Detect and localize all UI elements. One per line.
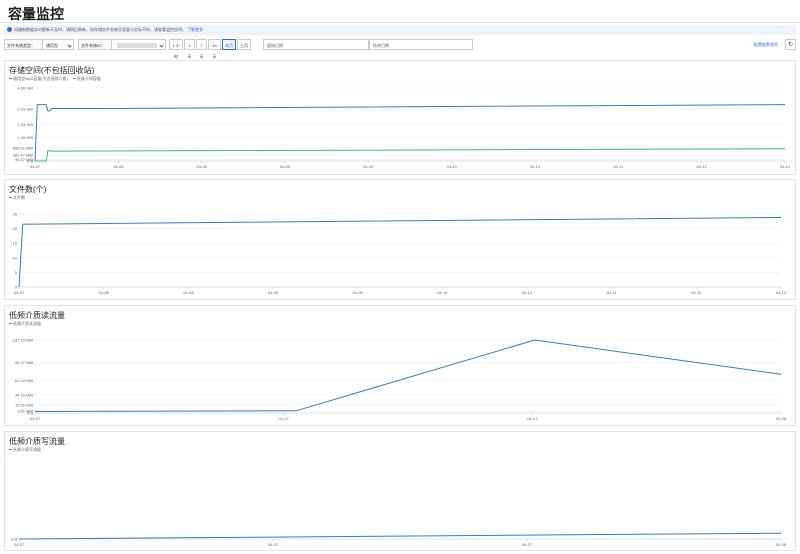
panel-file-count: 文件数(个) 文件数 25 20 15 10 5 0 04-07 04-08 04-08 04-0… xyxy=(4,179,796,300)
y-tick-label: 95.37 MiB xyxy=(15,360,33,365)
x-tick-label: 04-08 xyxy=(197,164,208,169)
panel-read-traffic: 低频介质读流量 低频介质读流量 137.33 MiB 95.37 MiB 61.04… xyxy=(4,305,796,426)
y-tick-label: 2.33 GiB xyxy=(17,122,33,127)
x-tick-label: 04-11 xyxy=(613,164,624,169)
y-tick-label: 0 xyxy=(15,285,18,290)
range-button-5[interactable]: 上月 xyxy=(237,39,251,50)
notice-bar: 如遇新数据实时更新不及时，请稍后刷新，如存储文件系统总容量与实际不符，请查看监控… xyxy=(4,25,796,35)
end-date-input[interactable]: 结束日期 xyxy=(369,39,473,50)
x-tick-label: 04-09 xyxy=(268,290,279,295)
x-tick-label: 04-08 xyxy=(776,416,787,421)
x-tick-label: 04-10 xyxy=(522,290,533,295)
chevron-down-icon xyxy=(159,43,164,48)
y-tick-label: 4.66 GiB xyxy=(17,86,33,91)
x-tick-label: 04-08 xyxy=(776,542,787,547)
x-tick-label: 04-10 xyxy=(447,164,458,169)
y-tick-label: 1.49 GiB xyxy=(17,135,33,140)
y-tick-label: 137.33 MiB xyxy=(13,338,34,343)
x-tick-label: 04-08 xyxy=(99,290,110,295)
x-tick-label: 04-10 xyxy=(530,164,541,169)
y-tick-label: 34.33 MiB xyxy=(15,392,33,397)
x-tick-label: 04-07 xyxy=(527,416,538,421)
y-tick-label: 10 xyxy=(13,255,18,260)
range-button-4[interactable]: 本月 xyxy=(222,39,236,50)
panel-storage: 存储空间(不包括回收站) 通用型NAS容量(不含低频介质) 低频介质容量 4.66… xyxy=(4,60,796,175)
chart-svg: 4.66 GiB 3.33 GiB 2.33 GiB 1.49 GiB 858.31 M… xyxy=(13,86,791,170)
y-tick-label: 5 xyxy=(15,270,18,275)
x-tick-label: 04-09 xyxy=(363,164,374,169)
x-tick-label: 04-09 xyxy=(353,290,364,295)
y-tick-label: 858.31 MiB xyxy=(13,145,34,150)
refresh-icon: ↻ xyxy=(787,42,794,48)
alarm-rule-link[interactable]: 配置报警规则 xyxy=(754,39,778,50)
chart-svg: 0 B04-07 04-07 04-07 04-08 xyxy=(11,532,787,547)
x-tick-label: 04-07 xyxy=(30,164,41,169)
x-tick-label: 04-08 xyxy=(113,164,124,169)
learn-more-link[interactable]: 了解更多 xyxy=(187,27,203,32)
x-tick-label: 04-07 xyxy=(522,542,533,547)
x-tick-label: 04-12 xyxy=(691,290,702,295)
fs-id-select[interactable] xyxy=(111,39,166,50)
y-tick-label: 25 xyxy=(13,212,18,217)
fs-type-label: 文件系统类型： xyxy=(4,39,42,50)
fs-id-label: 文件系统ID： xyxy=(78,39,111,50)
series-line xyxy=(18,532,782,540)
range-button-3[interactable]: 14 天 xyxy=(208,39,221,59)
start-date-input[interactable]: 起始日期 xyxy=(263,39,369,50)
x-tick-label: 04-12 xyxy=(776,290,787,295)
refresh-button[interactable]: ↻ xyxy=(785,39,796,50)
info-icon xyxy=(7,27,12,32)
series-line xyxy=(34,339,782,412)
chart-svg: 25 20 15 10 5 004-07 04-08 04-08 04-09 04-09 04-10… xyxy=(13,212,787,296)
range-button-2[interactable]: 7 天 xyxy=(196,39,207,59)
y-tick-label: 20 xyxy=(13,226,18,231)
chart-svg: 137.33 MiB 95.37 MiB 61.04 MiB 34.33 MiB 15.… xyxy=(13,338,787,422)
series-line xyxy=(34,104,786,162)
x-tick-label: 04-09 xyxy=(280,164,291,169)
x-tick-label: 04-07 xyxy=(279,416,290,421)
x-tick-label: 04-07 xyxy=(14,542,25,547)
x-tick-label: 04-12 xyxy=(697,164,708,169)
y-tick-label: 61.04 MiB xyxy=(15,378,33,383)
range-button-0[interactable]: 1 小时 xyxy=(169,39,183,59)
title-divider xyxy=(0,22,800,23)
y-tick-label: 15.26 MiB xyxy=(15,402,33,407)
x-tick-label: 04-07 xyxy=(14,290,25,295)
y-tick-label: 0 B xyxy=(27,159,33,164)
y-tick-label: 0 B xyxy=(11,537,17,542)
x-tick-label: 04-11 xyxy=(607,290,618,295)
x-tick-label: 04-08 xyxy=(183,290,194,295)
x-tick-label: 04-07 xyxy=(30,416,41,421)
fs-type-value: 通用型 xyxy=(46,43,58,48)
page-title: 容量监控 xyxy=(8,6,64,22)
range-button-1[interactable]: 1 天 xyxy=(184,39,195,59)
toolbar: 文件系统类型： 通用型 文件系统ID： 1 小时 1 天7 天 14 天本月 上月 起… xyxy=(4,39,796,59)
fs-id-value-redacted xyxy=(117,43,157,49)
panel-write-traffic: 低频介质写流量 低频介质写流量 0 B 04-07 04-07 04-07 04-08 xyxy=(4,431,796,551)
y-tick-label: 15 xyxy=(13,241,18,246)
x-tick-label: 04-12 xyxy=(780,164,791,169)
notice-text: 如遇新数据实时更新不及时，请稍后刷新，如存储文件系统总容量与实际不符，请查看监控… xyxy=(14,27,186,32)
x-tick-label: 04-10 xyxy=(437,290,448,295)
x-tick-label: 04-07 xyxy=(268,542,279,547)
series-line xyxy=(18,217,782,288)
y-tick-label: 3.33 GiB xyxy=(17,106,33,111)
chevron-down-icon xyxy=(67,43,72,48)
fs-type-select[interactable]: 通用型 xyxy=(42,39,74,50)
y-tick-label: 0 B xyxy=(27,411,33,416)
